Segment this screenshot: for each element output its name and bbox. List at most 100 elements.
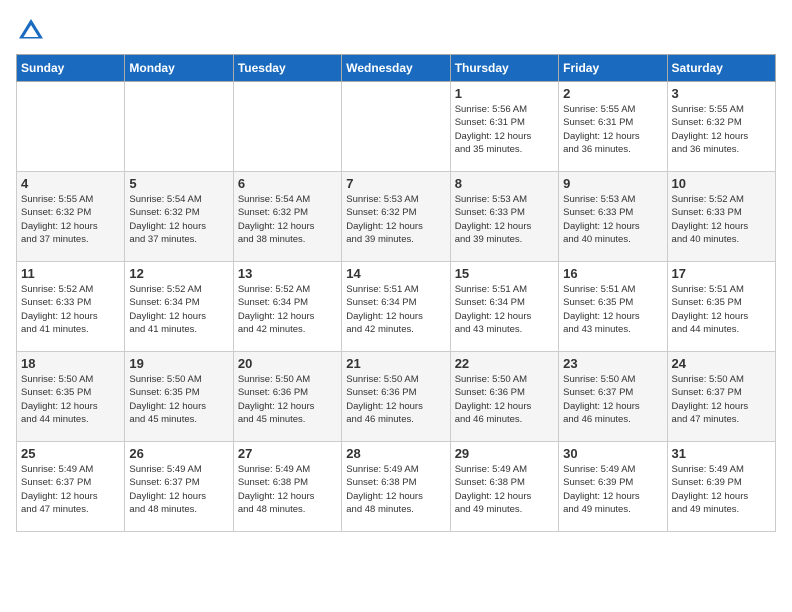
day-cell: 14Sunrise: 5:51 AM Sunset: 6:34 PM Dayli… xyxy=(342,262,450,352)
day-cell: 17Sunrise: 5:51 AM Sunset: 6:35 PM Dayli… xyxy=(667,262,775,352)
day-cell: 3 Sunrise: 5:55 AM Sunset: 6:32 PM Daylig… xyxy=(667,82,775,172)
day-cell: 26Sunrise: 5:49 AM Sunset: 6:37 PM Dayli… xyxy=(125,442,233,532)
col-header-wednesday: Wednesday xyxy=(342,55,450,82)
day-cell: 12 Sunrise: 5:52 AM Sunset: 6:34 PM Dayli… xyxy=(125,262,233,352)
day-cell: 10 Sunrise: 5:52 AM Sunset: 6:33 PM Dayli… xyxy=(667,172,775,262)
day-cell: 19 Sunrise: 5:50 AM Sunset: 6:35 PM Dayli… xyxy=(125,352,233,442)
day-number: 15 xyxy=(455,266,554,281)
day-number: 3 xyxy=(672,86,771,101)
day-info: Sunrise: 5:55 AM Sunset: 6:32 PM Dayligh… xyxy=(672,103,771,156)
day-cell: 30Sunrise: 5:49 AM Sunset: 6:39 PM Dayli… xyxy=(559,442,667,532)
day-cell: 18 Sunrise: 5:50 AM Sunset: 6:35 PM Dayli… xyxy=(17,352,125,442)
col-header-monday: Monday xyxy=(125,55,233,82)
header xyxy=(16,16,776,46)
day-cell: 13Sunrise: 5:52 AM Sunset: 6:34 PM Dayli… xyxy=(233,262,341,352)
day-number: 24 xyxy=(672,356,771,371)
day-cell: 24 Sunrise: 5:50 AM Sunset: 6:37 PM Dayli… xyxy=(667,352,775,442)
day-cell: 1 Sunrise: 5:56 AM Sunset: 6:31 PM Daylig… xyxy=(450,82,558,172)
week-row-2: 11 Sunrise: 5:52 AM Sunset: 6:33 PM Dayli… xyxy=(17,262,776,352)
day-info: Sunrise: 5:53 AM Sunset: 6:32 PM Dayligh… xyxy=(346,193,445,246)
day-number: 10 xyxy=(672,176,771,191)
day-info: Sunrise: 5:54 AM Sunset: 6:32 PM Dayligh… xyxy=(238,193,337,246)
day-cell: 25 Sunrise: 5:49 AM Sunset: 6:37 PM Dayli… xyxy=(17,442,125,532)
day-info: Sunrise: 5:53 AM Sunset: 6:33 PM Dayligh… xyxy=(455,193,554,246)
day-cell xyxy=(125,82,233,172)
day-info: Sunrise: 5:50 AM Sunset: 6:37 PM Dayligh… xyxy=(563,373,662,426)
day-number: 5 xyxy=(129,176,228,191)
week-row-3: 18 Sunrise: 5:50 AM Sunset: 6:35 PM Dayli… xyxy=(17,352,776,442)
day-cell: 16Sunrise: 5:51 AM Sunset: 6:35 PM Dayli… xyxy=(559,262,667,352)
calendar-table: SundayMondayTuesdayWednesdayThursdayFrid… xyxy=(16,54,776,532)
day-cell: 27 Sunrise: 5:49 AM Sunset: 6:38 PM Dayli… xyxy=(233,442,341,532)
week-row-0: 1 Sunrise: 5:56 AM Sunset: 6:31 PM Daylig… xyxy=(17,82,776,172)
day-number: 25 xyxy=(21,446,120,461)
day-cell: 5Sunrise: 5:54 AM Sunset: 6:32 PM Daylig… xyxy=(125,172,233,262)
day-info: Sunrise: 5:52 AM Sunset: 6:33 PM Dayligh… xyxy=(21,283,120,336)
day-info: Sunrise: 5:49 AM Sunset: 6:38 PM Dayligh… xyxy=(346,463,445,516)
day-number: 1 xyxy=(455,86,554,101)
day-number: 22 xyxy=(455,356,554,371)
day-number: 9 xyxy=(563,176,662,191)
day-cell: 22 Sunrise: 5:50 AM Sunset: 6:36 PM Dayli… xyxy=(450,352,558,442)
day-cell xyxy=(17,82,125,172)
day-number: 12 xyxy=(129,266,228,281)
logo xyxy=(16,16,50,46)
day-info: Sunrise: 5:49 AM Sunset: 6:37 PM Dayligh… xyxy=(21,463,120,516)
day-cell: 20 Sunrise: 5:50 AM Sunset: 6:36 PM Dayli… xyxy=(233,352,341,442)
day-number: 27 xyxy=(238,446,337,461)
day-number: 6 xyxy=(238,176,337,191)
day-cell: 7 Sunrise: 5:53 AM Sunset: 6:32 PM Daylig… xyxy=(342,172,450,262)
day-info: Sunrise: 5:49 AM Sunset: 6:38 PM Dayligh… xyxy=(238,463,337,516)
day-info: Sunrise: 5:50 AM Sunset: 6:36 PM Dayligh… xyxy=(455,373,554,426)
col-header-saturday: Saturday xyxy=(667,55,775,82)
header-row: SundayMondayTuesdayWednesdayThursdayFrid… xyxy=(17,55,776,82)
day-info: Sunrise: 5:51 AM Sunset: 6:34 PM Dayligh… xyxy=(346,283,445,336)
day-number: 19 xyxy=(129,356,228,371)
day-info: Sunrise: 5:51 AM Sunset: 6:35 PM Dayligh… xyxy=(563,283,662,336)
day-info: Sunrise: 5:50 AM Sunset: 6:35 PM Dayligh… xyxy=(129,373,228,426)
day-info: Sunrise: 5:50 AM Sunset: 6:36 PM Dayligh… xyxy=(238,373,337,426)
day-number: 31 xyxy=(672,446,771,461)
day-number: 4 xyxy=(21,176,120,191)
day-info: Sunrise: 5:50 AM Sunset: 6:37 PM Dayligh… xyxy=(672,373,771,426)
col-header-tuesday: Tuesday xyxy=(233,55,341,82)
day-cell xyxy=(233,82,341,172)
day-info: Sunrise: 5:49 AM Sunset: 6:37 PM Dayligh… xyxy=(129,463,228,516)
day-cell: 21 Sunrise: 5:50 AM Sunset: 6:36 PM Dayli… xyxy=(342,352,450,442)
day-info: Sunrise: 5:50 AM Sunset: 6:35 PM Dayligh… xyxy=(21,373,120,426)
day-info: Sunrise: 5:52 AM Sunset: 6:34 PM Dayligh… xyxy=(129,283,228,336)
day-number: 8 xyxy=(455,176,554,191)
day-info: Sunrise: 5:56 AM Sunset: 6:31 PM Dayligh… xyxy=(455,103,554,156)
day-cell: 8 Sunrise: 5:53 AM Sunset: 6:33 PM Daylig… xyxy=(450,172,558,262)
col-header-friday: Friday xyxy=(559,55,667,82)
day-info: Sunrise: 5:49 AM Sunset: 6:39 PM Dayligh… xyxy=(672,463,771,516)
col-header-sunday: Sunday xyxy=(17,55,125,82)
day-cell: 29Sunrise: 5:49 AM Sunset: 6:38 PM Dayli… xyxy=(450,442,558,532)
day-number: 11 xyxy=(21,266,120,281)
week-row-4: 25 Sunrise: 5:49 AM Sunset: 6:37 PM Dayli… xyxy=(17,442,776,532)
day-number: 23 xyxy=(563,356,662,371)
day-info: Sunrise: 5:52 AM Sunset: 6:33 PM Dayligh… xyxy=(672,193,771,246)
day-number: 29 xyxy=(455,446,554,461)
day-cell: 15 Sunrise: 5:51 AM Sunset: 6:34 PM Dayli… xyxy=(450,262,558,352)
day-cell: 2 Sunrise: 5:55 AM Sunset: 6:31 PM Daylig… xyxy=(559,82,667,172)
day-info: Sunrise: 5:55 AM Sunset: 6:31 PM Dayligh… xyxy=(563,103,662,156)
day-number: 28 xyxy=(346,446,445,461)
day-cell: 31 Sunrise: 5:49 AM Sunset: 6:39 PM Dayli… xyxy=(667,442,775,532)
day-cell: 11 Sunrise: 5:52 AM Sunset: 6:33 PM Dayli… xyxy=(17,262,125,352)
day-info: Sunrise: 5:52 AM Sunset: 6:34 PM Dayligh… xyxy=(238,283,337,336)
day-info: Sunrise: 5:51 AM Sunset: 6:34 PM Dayligh… xyxy=(455,283,554,336)
day-number: 17 xyxy=(672,266,771,281)
logo-icon xyxy=(16,16,46,46)
day-number: 2 xyxy=(563,86,662,101)
day-cell: 23 Sunrise: 5:50 AM Sunset: 6:37 PM Dayli… xyxy=(559,352,667,442)
day-number: 20 xyxy=(238,356,337,371)
day-number: 18 xyxy=(21,356,120,371)
day-info: Sunrise: 5:55 AM Sunset: 6:32 PM Dayligh… xyxy=(21,193,120,246)
day-info: Sunrise: 5:50 AM Sunset: 6:36 PM Dayligh… xyxy=(346,373,445,426)
day-number: 21 xyxy=(346,356,445,371)
day-info: Sunrise: 5:49 AM Sunset: 6:39 PM Dayligh… xyxy=(563,463,662,516)
day-cell: 4 Sunrise: 5:55 AM Sunset: 6:32 PM Daylig… xyxy=(17,172,125,262)
day-cell xyxy=(342,82,450,172)
day-number: 7 xyxy=(346,176,445,191)
